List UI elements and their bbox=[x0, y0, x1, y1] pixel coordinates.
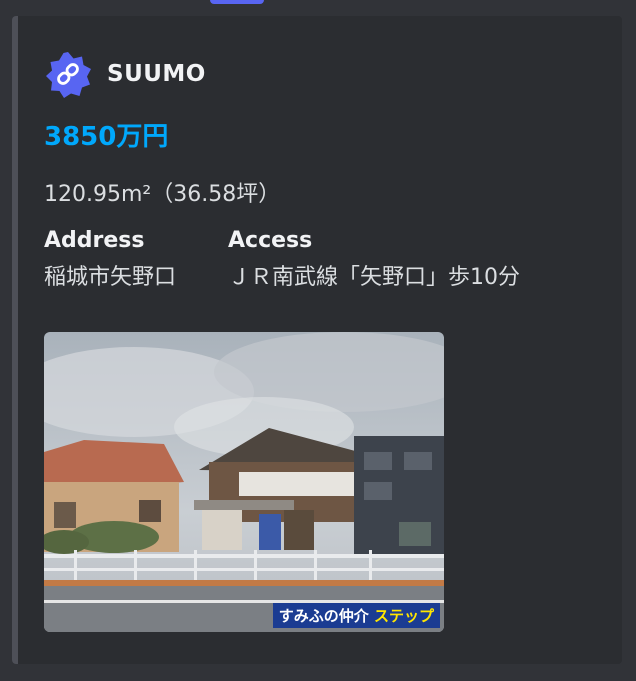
embed-description-size: 120.95m²（36.58坪） bbox=[44, 182, 281, 207]
link-badge-icon bbox=[46, 52, 91, 98]
image-watermark: すみふの仲介 ステップ bbox=[272, 603, 440, 628]
embed-field-access: Access ＪＲ南武線「矢野口」歩10分 bbox=[228, 228, 520, 291]
clipped-badge bbox=[210, 0, 264, 4]
embed-author-name[interactable]: SUUMO bbox=[107, 61, 206, 87]
embed-title-price[interactable]: 3850万円 bbox=[44, 116, 168, 153]
field-name: Access bbox=[228, 228, 313, 253]
embed-author[interactable]: SUUMO bbox=[44, 50, 206, 98]
field-value: 稲城市矢野口 bbox=[44, 265, 177, 290]
house-photo bbox=[44, 332, 444, 632]
previous-message-clip bbox=[0, 0, 636, 14]
field-name: Address bbox=[44, 228, 145, 253]
embed-field-address: Address 稲城市矢野口 bbox=[44, 228, 176, 291]
link-embed: SUUMO 3850万円 120.95m²（36.58坪） Address 稲城… bbox=[12, 16, 622, 664]
embed-image[interactable]: すみふの仲介 ステップ bbox=[44, 332, 444, 632]
field-value: ＪＲ南武線「矢野口」歩10分 bbox=[228, 265, 520, 290]
embed-accent-bar bbox=[12, 16, 18, 664]
watermark-primary: すみふの仲介 bbox=[278, 607, 369, 625]
watermark-accent: ステップ bbox=[373, 607, 434, 625]
